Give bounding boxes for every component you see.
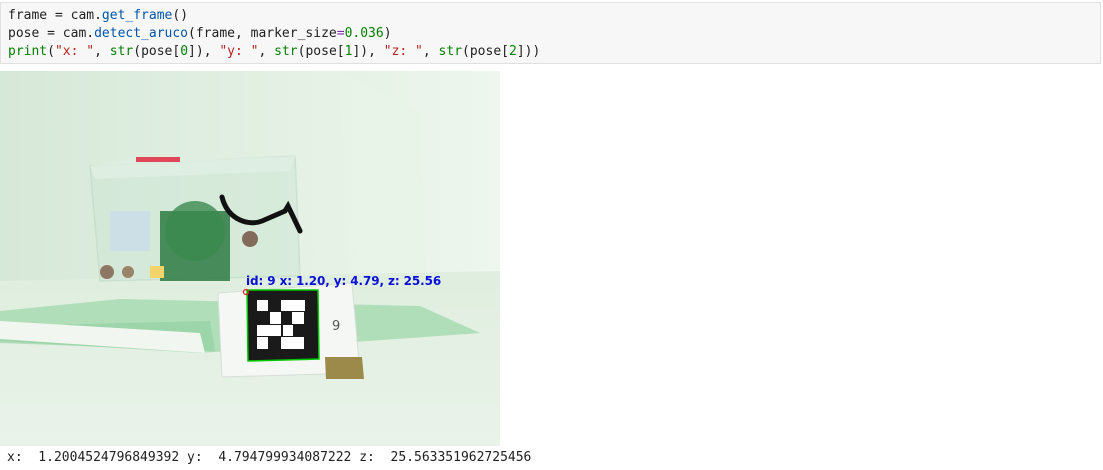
- code-text: ): [383, 26, 392, 41]
- code-builtin: print: [8, 44, 48, 59]
- small-ball-1: [100, 265, 114, 279]
- code-builtin: str: [438, 44, 463, 59]
- code-text: (): [172, 8, 189, 23]
- code-function: detect_aruco: [94, 26, 189, 41]
- code-text: ]),: [188, 44, 220, 59]
- green-gear-wheel: [165, 201, 225, 261]
- code-text: (: [47, 44, 55, 59]
- small-yellow-block: [150, 266, 164, 278]
- camera-frame-image: 9: [0, 71, 500, 446]
- code-text: (pose[: [462, 44, 509, 59]
- camera-frame-scene: 9: [0, 71, 500, 446]
- code-string: "y: ": [219, 44, 259, 59]
- round-object: [242, 231, 258, 247]
- code-function: get_frame: [101, 8, 173, 23]
- box-red-label: [136, 157, 180, 162]
- code-builtin: str: [274, 44, 298, 59]
- code-text: ,: [94, 44, 110, 59]
- code-number: 0.036: [344, 26, 384, 41]
- code-cell[interactable]: frame = cam.get_frame() pose = cam.detec…: [0, 2, 1101, 64]
- code-text: pose = cam.: [8, 26, 95, 41]
- box-contents-left: [110, 211, 150, 251]
- code-line-3: print("x: ", str(pose[0]), "y: ", str(po…: [8, 43, 540, 61]
- marker-pose-label: id: 9 x: 1.20, y: 4.79, z: 25.56: [246, 274, 442, 288]
- code-text: ])): [516, 44, 541, 59]
- code-builtin: str: [109, 44, 134, 59]
- code-text: ,: [258, 44, 275, 59]
- cell-output-text: x: 1.2004524796849392 y: 4.7947999340872…: [7, 450, 532, 465]
- code-line-1: frame = cam.get_frame(): [8, 7, 188, 25]
- code-text: (pose[: [297, 44, 345, 59]
- card-digit: 9: [332, 319, 340, 334]
- code-number: 0: [180, 44, 189, 59]
- code-text: (pose[: [133, 44, 181, 59]
- code-text: frame = cam.: [8, 8, 102, 23]
- code-text: ,: [422, 44, 439, 59]
- card-base-block: [325, 357, 364, 379]
- code-text: (frame, marker_size: [188, 26, 337, 41]
- code-number: 2: [509, 44, 517, 59]
- code-string: "x: ": [54, 44, 95, 59]
- code-string: "z: ": [383, 44, 423, 59]
- small-ball-2: [122, 266, 134, 278]
- code-operator: =: [336, 26, 345, 41]
- code-line-2: pose = cam.detect_aruco(frame, marker_si…: [8, 25, 392, 43]
- code-text: ]),: [352, 44, 384, 59]
